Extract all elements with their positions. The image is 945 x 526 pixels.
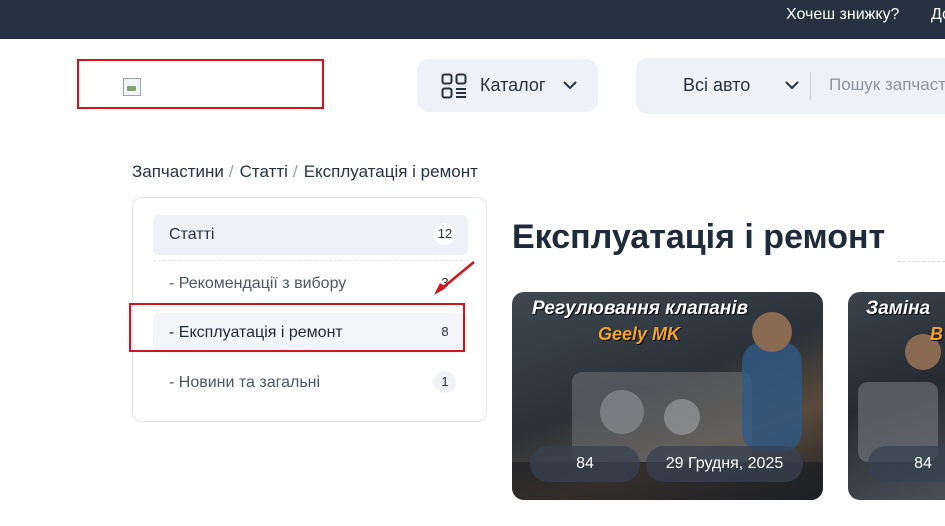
sidebar-item-count: 12 <box>434 223 456 245</box>
breadcrumb-current: Експлуатація і ремонт <box>303 162 478 181</box>
card-headline: Регулювання клапанів <box>532 298 749 319</box>
sidebar-item-label: - Рекомендації з вибору <box>169 275 347 292</box>
sidebar-item-articles[interactable]: Статті 12 <box>153 215 468 255</box>
card-headline: Заміна <box>866 298 931 319</box>
catalog-button[interactable]: Каталог <box>417 59 598 112</box>
catalog-label: Каталог <box>480 75 546 95</box>
grid-icon <box>441 73 467 99</box>
discount-link[interactable]: Хочеш знижку? <box>786 6 899 24</box>
breadcrumb-item[interactable]: Запчастини <box>132 162 224 181</box>
chevron-down-icon <box>563 81 577 90</box>
breadcrumb: Запчастини / Статті / Експлуатація і ремонт <box>132 162 478 182</box>
article-card[interactable]: Заміна B 84 <box>848 292 945 500</box>
active-item-highlight <box>129 303 465 352</box>
title-divider <box>898 261 945 262</box>
sidebar-item-count: 1 <box>434 371 456 393</box>
card-subheadline: B <box>930 324 943 344</box>
arrow-annotation-icon <box>434 261 475 295</box>
breadcrumb-separator: / <box>292 162 298 181</box>
topbar-more-link[interactable]: До <box>931 6 945 24</box>
views-badge: 84 <box>868 446 945 482</box>
sidebar-item-label: Статті <box>169 226 215 243</box>
breadcrumb-item[interactable]: Статті <box>240 162 288 181</box>
top-bar: Хочеш знижку? До <box>0 0 945 39</box>
sidebar-item-recommendations[interactable]: - Рекомендації з вибору 3 <box>153 264 468 304</box>
logo-image[interactable] <box>123 78 141 96</box>
sidebar-item-label: - Новини та загальні <box>169 374 321 391</box>
divider <box>153 260 468 261</box>
search-divider <box>810 72 811 100</box>
card-subheadline: Geely MK <box>598 324 681 344</box>
search-input[interactable]: Пошук запчастин <box>829 75 945 95</box>
views-badge: 84 <box>530 446 640 482</box>
search-bar: Всі авто Пошук запчастин <box>636 58 945 114</box>
date-badge: 29 Грудня, 2025 <box>646 446 803 482</box>
article-card[interactable]: Регулювання клапанів Geely MK 84 29 Груд… <box>512 292 823 500</box>
car-select[interactable]: Всі авто <box>683 75 750 96</box>
breadcrumb-separator: / <box>228 162 234 181</box>
sidebar-item-news[interactable]: - Новини та загальні 1 <box>153 363 468 403</box>
logo-highlight <box>77 59 324 109</box>
page-title: Експлуатація і ремонт <box>512 218 886 256</box>
chevron-down-icon[interactable] <box>784 79 800 91</box>
